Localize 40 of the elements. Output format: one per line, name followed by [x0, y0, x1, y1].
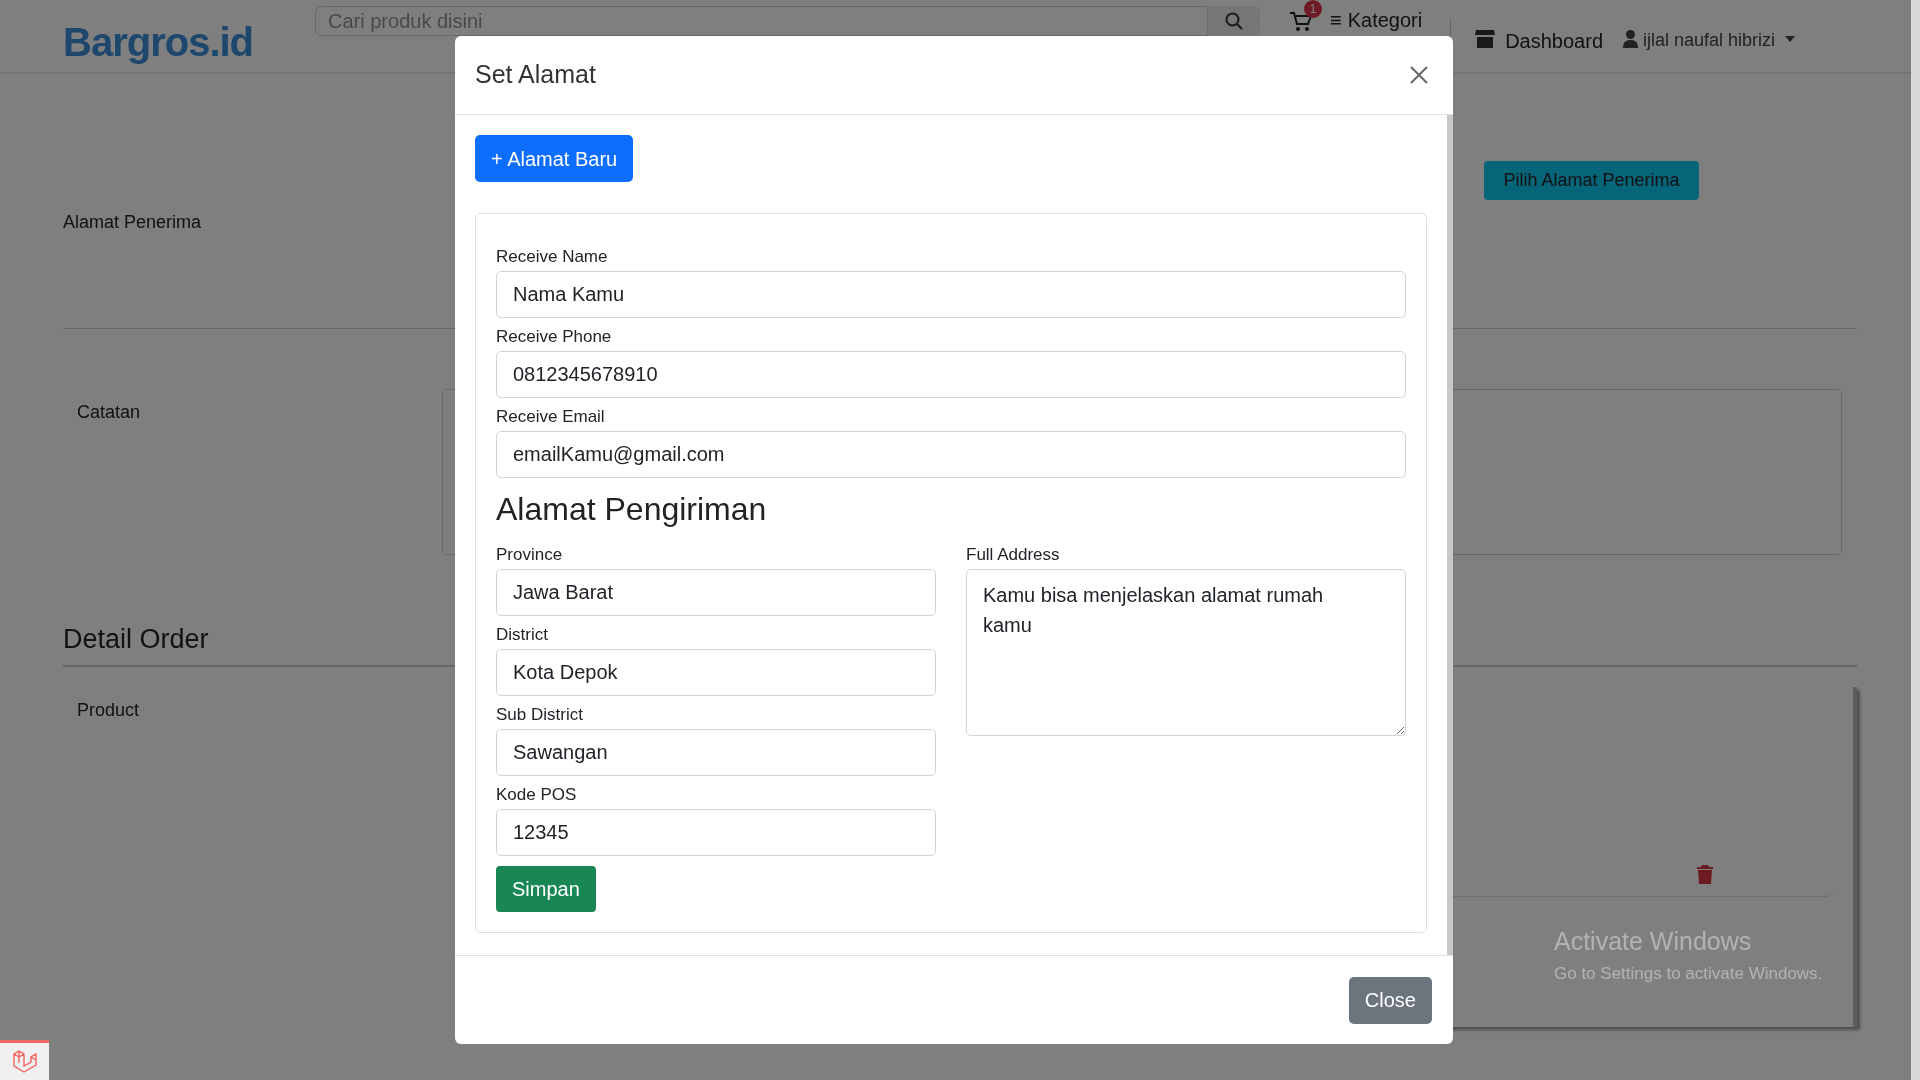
trash-icon[interactable] [1697, 865, 1713, 884]
field-label: Sub District [496, 704, 583, 726]
section-label: Catatan [77, 401, 141, 424]
full-address-field[interactable]: Kamu bisa menjelaskan alamat rumah kamu [966, 569, 1406, 736]
new-address-button[interactable]: + Alamat Baru [475, 135, 634, 182]
field-label: Kode POS [496, 784, 577, 806]
input-field[interactable]: Jawa Barat [496, 569, 936, 616]
cart-badge: 1 [1304, 0, 1322, 18]
field-label: District [496, 624, 548, 646]
save-button[interactable]: Simpan [496, 866, 596, 912]
modal-title: Set Alamat [475, 59, 596, 91]
input-field[interactable]: Kota Depok [496, 649, 936, 696]
field-label: Receive Phone [496, 326, 612, 348]
field-label: Province [496, 544, 563, 566]
input-field[interactable]: 0812345678910 [496, 351, 1406, 398]
user-icon [1623, 30, 1638, 48]
user-menu[interactable]: ijlal naufal hibrizi [1643, 27, 1776, 54]
input-field[interactable]: emailKamu@gmail.com [496, 431, 1406, 478]
cube-icon [11, 1049, 38, 1074]
category-link[interactable]: Kategori [1347, 8, 1423, 32]
field-label: Receive Name [496, 246, 608, 268]
close-button[interactable]: Close [1348, 976, 1432, 1024]
section-title: Alamat Pengiriman [496, 490, 767, 529]
section-label: Product [77, 699, 140, 722]
caret-icon [1785, 36, 1796, 42]
search-button[interactable] [1208, 6, 1260, 36]
menu-icon: ≡ [1330, 8, 1342, 32]
dashboard-link[interactable]: Dashboard [1505, 26, 1603, 56]
field-label: Full Address [966, 544, 1060, 566]
input-field[interactable]: Sawangan [496, 729, 936, 776]
store-icon [1475, 30, 1496, 48]
field-label: Receive Email [496, 406, 605, 428]
close-icon[interactable] [1410, 66, 1428, 84]
section-label: Alamat Penerima [63, 211, 202, 234]
debug-button[interactable] [0, 1040, 49, 1080]
input-field[interactable]: Nama Kamu [496, 271, 1406, 318]
search-icon [1225, 12, 1243, 30]
input-field[interactable]: 12345 [496, 809, 936, 856]
cart-icon[interactable] [1290, 12, 1312, 32]
section-title: Detail Order [63, 624, 209, 654]
